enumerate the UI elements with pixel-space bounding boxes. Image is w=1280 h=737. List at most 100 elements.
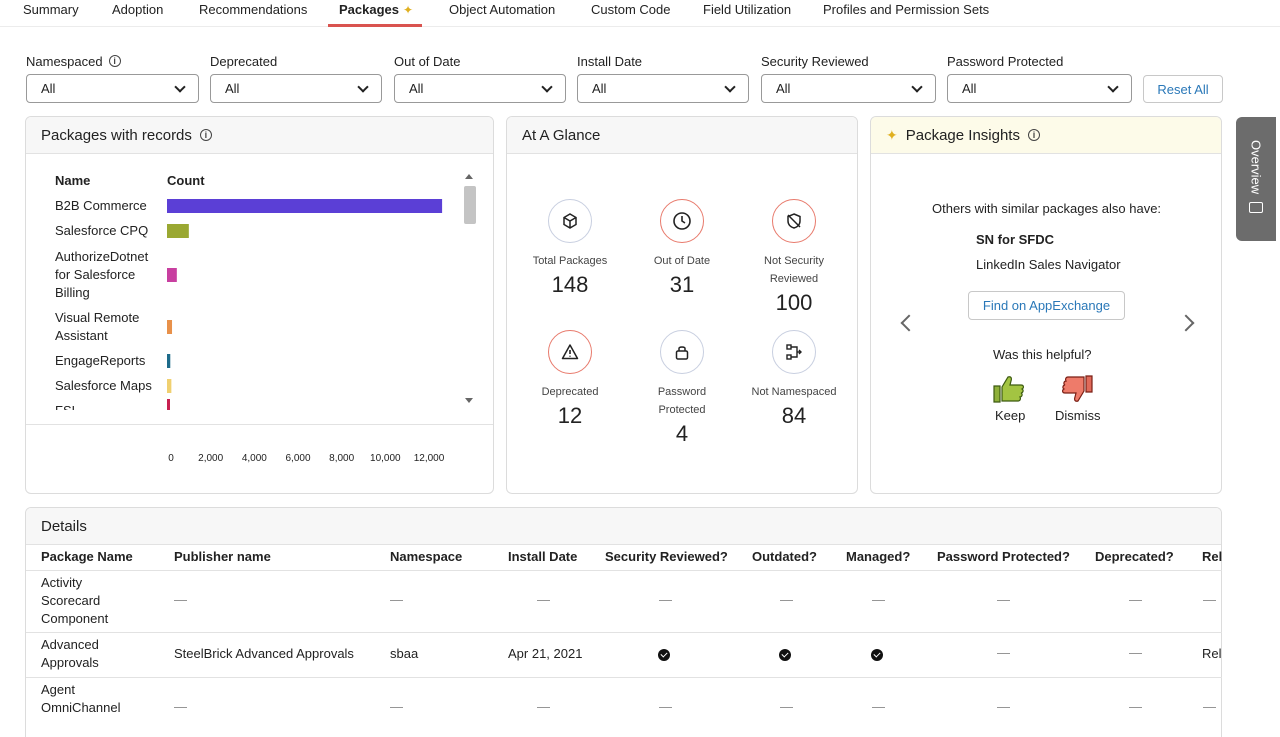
chevron-down-icon: [724, 80, 736, 93]
glance-password-protected[interactable]: Password Protected 4: [627, 330, 737, 447]
glance-not-namespaced[interactable]: Not Namespaced 84: [739, 330, 849, 429]
table-cell-package-name[interactable]: Advanced Approvals: [41, 636, 131, 672]
details-card: Details: [25, 507, 1222, 737]
glance-label: Out of Date: [653, 255, 711, 267]
filter-label: Deprecated: [210, 53, 278, 69]
filter-label: Install Date: [577, 53, 643, 69]
cube-icon: [548, 199, 592, 243]
column-header[interactable]: Outdated?: [752, 549, 817, 564]
tab-profiles-permission-sets[interactable]: Profiles and Permission Sets: [823, 2, 989, 17]
row-divider: [26, 570, 1222, 571]
glance-label: Not Namespaced: [751, 386, 837, 398]
glance-value: 4: [675, 421, 689, 446]
info-icon[interactable]: i: [199, 129, 212, 141]
table-cell-rel: Rel: [1202, 646, 1222, 661]
chevron-down-icon: [541, 80, 553, 93]
glance-not-security-reviewed[interactable]: Not Security Reviewed 100: [739, 199, 849, 316]
insight-package-2: LinkedIn Sales Navigator: [976, 257, 1121, 272]
table-cell-password: —: [997, 592, 1010, 607]
check-icon: [871, 649, 883, 661]
install-date-select[interactable]: All: [577, 74, 749, 103]
table-cell-install-date: —: [537, 592, 550, 607]
column-header[interactable]: Rel: [1202, 549, 1222, 564]
column-header[interactable]: Password Protected?: [937, 549, 1070, 564]
table-cell-deprecated: —: [1129, 645, 1142, 660]
column-header[interactable]: Security Reviewed?: [605, 549, 728, 564]
table-cell-rel: —: [1203, 592, 1216, 607]
thumbs-up-icon[interactable]: [992, 374, 1026, 409]
dismiss-button[interactable]: Dismiss: [1055, 408, 1101, 423]
table-cell-password: —: [997, 645, 1010, 660]
out-of-date-select[interactable]: All: [394, 74, 566, 103]
find-on-appexchange-button[interactable]: Find on AppExchange: [968, 291, 1125, 320]
select-value: All: [41, 81, 56, 96]
table-cell-install-date: —: [537, 699, 550, 714]
check-icon: [658, 649, 670, 661]
column-header[interactable]: Package Name: [41, 549, 133, 564]
warning-icon: [548, 330, 592, 374]
filter-password-protected: Password Protected All: [947, 53, 1132, 103]
glance-label: Deprecated: [541, 386, 599, 398]
insights-intro: Others with similar packages also have:: [932, 201, 1162, 216]
glance-out-of-date[interactable]: Out of Date 31: [627, 199, 737, 298]
chevron-down-icon: [911, 80, 923, 93]
security-reviewed-select[interactable]: All: [761, 74, 936, 103]
select-value: All: [409, 81, 424, 96]
info-icon[interactable]: i: [1027, 129, 1040, 141]
table-cell-rel: —: [1203, 699, 1216, 714]
select-value: All: [592, 81, 607, 96]
scroll-down-icon[interactable]: [465, 398, 473, 403]
column-header[interactable]: Managed?: [846, 549, 910, 564]
bar-category-label: AuthorizeDotnet for Salesforce Billing: [55, 249, 149, 300]
insight-package-1: SN for SFDC: [976, 232, 1054, 247]
filter-label: Out of Date: [394, 53, 461, 69]
card-header: Packages with records i: [26, 117, 493, 154]
table-cell-publisher: —: [174, 592, 187, 607]
card-header: At A Glance: [507, 117, 857, 154]
chart-divider: [26, 424, 493, 425]
tab-recommendations[interactable]: Recommendations: [199, 2, 307, 17]
flow-icon: [772, 330, 816, 374]
tab-adoption[interactable]: Adoption: [112, 2, 163, 17]
password-protected-select[interactable]: All: [947, 74, 1132, 103]
tab-summary[interactable]: Summary: [23, 2, 79, 17]
sparkle-icon: ✦: [886, 126, 898, 143]
tab-custom-code[interactable]: Custom Code: [591, 2, 670, 17]
filter-namespaced: Namespaced i All: [26, 53, 199, 103]
table-cell-package-name[interactable]: Activity Scorecard Component: [41, 574, 131, 628]
glance-deprecated[interactable]: Deprecated 12: [515, 330, 625, 429]
deprecated-select[interactable]: All: [210, 74, 382, 103]
filter-label: Namespaced: [26, 53, 103, 69]
sparkle-icon: ✦: [403, 3, 414, 17]
table-cell-namespace: —: [390, 592, 403, 607]
bar-category-label: Salesforce Maps: [55, 378, 152, 393]
glance-value: 148: [551, 272, 589, 297]
filter-install-date: Install Date All: [577, 53, 749, 103]
filter-label: Security Reviewed: [761, 53, 869, 69]
glance-total-packages[interactable]: Total Packages 148: [515, 199, 625, 298]
thumbs-down-icon[interactable]: [1060, 374, 1094, 409]
glance-label: Password Protected: [657, 386, 707, 416]
tab-field-utilization[interactable]: Field Utilization: [703, 2, 791, 17]
select-value: All: [962, 81, 977, 96]
column-header[interactable]: Publisher name: [174, 549, 271, 564]
info-icon[interactable]: i: [108, 55, 121, 67]
chevron-down-icon: [174, 80, 186, 93]
tab-object-automation[interactable]: Object Automation: [449, 2, 555, 17]
card-header: ✦ Package Insights i: [871, 117, 1221, 154]
tab-packages[interactable]: Packages ✦: [339, 2, 413, 17]
column-header[interactable]: Namespace: [390, 549, 462, 564]
scroll-up-icon[interactable]: [465, 174, 473, 179]
scrollbar-thumb[interactable]: [464, 186, 476, 224]
overview-label: Overview: [1248, 140, 1264, 195]
column-header[interactable]: Install Date: [508, 549, 577, 564]
reset-all-button[interactable]: Reset All: [1143, 75, 1223, 103]
card-title: Details: [41, 517, 87, 535]
table-cell-package-name[interactable]: Agent OmniChannel: [41, 681, 131, 717]
table-cell-outdated: —: [780, 699, 793, 714]
table-cell-install-date: Apr 21, 2021: [508, 646, 583, 661]
namespaced-select[interactable]: All: [26, 74, 199, 103]
glance-value: 12: [557, 403, 583, 428]
keep-button[interactable]: Keep: [995, 408, 1025, 423]
column-header[interactable]: Deprecated?: [1095, 549, 1174, 564]
